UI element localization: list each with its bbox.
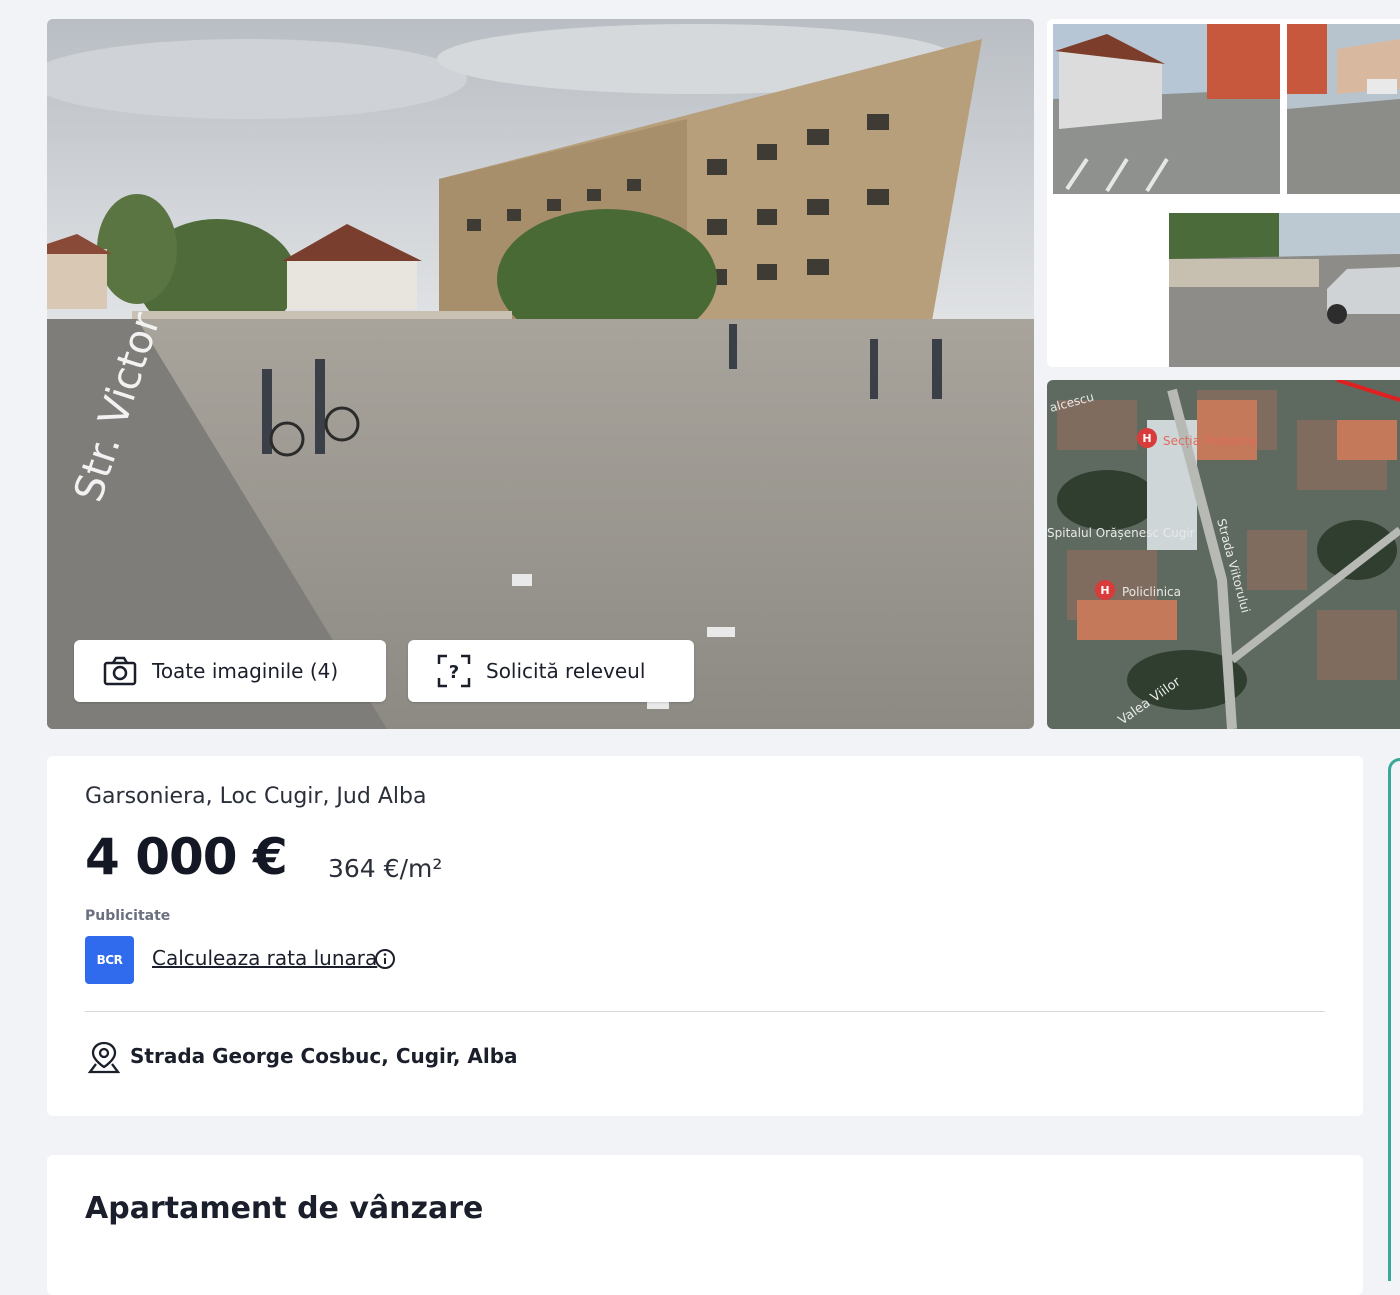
bcr-logo-text: BCR bbox=[96, 953, 123, 967]
map-label-policlinica: Policlinica bbox=[1122, 585, 1181, 599]
calculate-rate-link[interactable]: Calculeaza rata lunara bbox=[152, 946, 377, 970]
info-icon[interactable] bbox=[374, 948, 396, 970]
request-survey-button[interactable]: ? Solicită releveul bbox=[408, 640, 694, 702]
listing-summary-card: Garsoniera, Loc Cugir, Jud Alba 4 000 € … bbox=[47, 756, 1363, 1116]
street-view-image: Str. Victor bbox=[47, 19, 1034, 729]
satellite-map-image: H H Secția Pediatrie Spitalul Orășenesc … bbox=[1047, 380, 1400, 729]
listing-title: Garsoniera, Loc Cugir, Jud Alba bbox=[85, 784, 427, 809]
section-title: Apartament de vânzare bbox=[85, 1191, 484, 1226]
price-per-sqm: 364 €/m² bbox=[328, 854, 443, 883]
thumbnail-photos[interactable] bbox=[1047, 19, 1400, 367]
svg-text:H: H bbox=[1100, 584, 1109, 597]
street-thumbnails-image bbox=[1047, 19, 1400, 367]
camera-icon bbox=[102, 653, 138, 689]
divider bbox=[85, 1011, 1325, 1012]
main-photo[interactable]: Str. Victor bbox=[47, 19, 1034, 729]
price: 4 000 € bbox=[85, 828, 288, 886]
map-thumbnail[interactable]: H H Secția Pediatrie Spitalul Orășenesc … bbox=[1047, 380, 1400, 729]
ad-label: Publicitate bbox=[85, 908, 171, 924]
bcr-logo[interactable]: BCR bbox=[85, 936, 134, 984]
svg-text:H: H bbox=[1142, 432, 1151, 445]
map-label-spital: Spitalul Orășenesc Cugir bbox=[1047, 526, 1195, 540]
all-images-button[interactable]: Toate imaginile (4) bbox=[74, 640, 386, 702]
request-survey-label: Solicită releveul bbox=[486, 659, 646, 683]
map-label-pediatrie: Secția Pediatrie bbox=[1163, 434, 1257, 448]
map-pin-icon bbox=[87, 1039, 121, 1075]
address[interactable]: Strada George Cosbuc, Cugir, Alba bbox=[130, 1044, 518, 1068]
all-images-label: Toate imaginile (4) bbox=[152, 659, 339, 683]
scan-question-icon: ? bbox=[436, 653, 472, 689]
sidebar-card-edge bbox=[1388, 758, 1400, 1281]
svg-text:?: ? bbox=[449, 662, 459, 683]
description-card: Apartament de vânzare bbox=[47, 1155, 1363, 1295]
